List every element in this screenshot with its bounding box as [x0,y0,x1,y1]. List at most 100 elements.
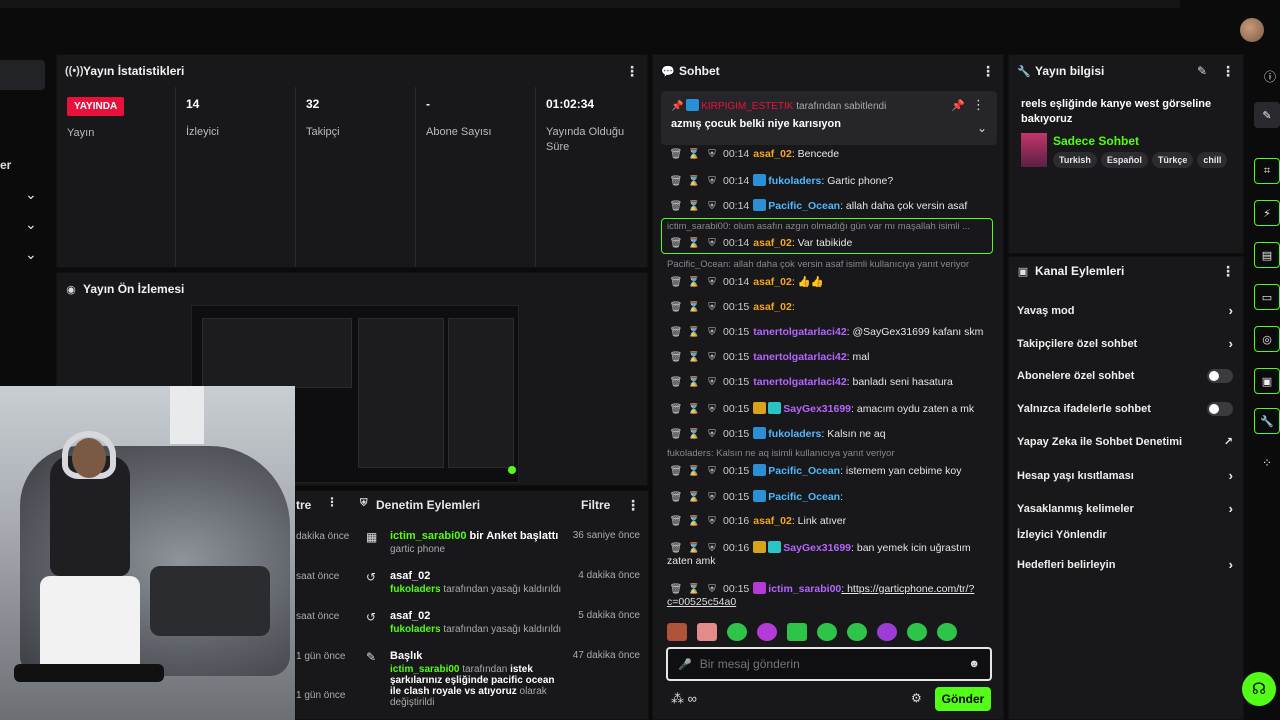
chevron-down-icon[interactable]: ⌄ [977,121,987,135]
chat-bubble-icon[interactable]: ▭ [1254,284,1280,310]
ai-moderation-row[interactable]: Yapay Zeka ile Sohbet Denetimi ↗ [1017,435,1233,449]
trash-icon[interactable]: 🗑 [667,516,685,527]
username[interactable]: tanertolgatarlaci42 [753,376,846,388]
trash-icon[interactable]: 🗑 [667,404,685,415]
trash-icon[interactable]: 🗑 [667,377,685,388]
shield-icon[interactable]: ⛨ [703,466,721,477]
mod-action-item[interactable]: ✎ Başlık ictim_sarabi00 tarafından istek… [366,650,640,708]
timeout-icon[interactable]: ⌛ [685,352,703,363]
chat-message[interactable]: 🗑 ⌛ ⛨ 00:15 Pacific_Ocean: istemem yan cebim… [667,464,993,477]
chat-message[interactable]: 🗑 ⌛ ⛨ 00:15 ictim_sarabi00: https://garticph… [667,582,993,595]
timeout-icon[interactable]: ⌛ [685,377,703,388]
username[interactable]: asaf_02 [753,237,792,249]
mod-action-item[interactable]: ↺ asaf_02 fukoladers tarafından yasağı k… [366,610,640,635]
shield-icon[interactable]: ⛨ [703,201,721,212]
help-icon[interactable]: ☊ [1242,672,1276,706]
timeout-icon[interactable]: ⌛ [685,302,703,313]
shield-icon[interactable]: ⛨ [703,238,721,249]
trash-icon[interactable]: 🗑 [667,543,685,554]
shield-icon[interactable]: ⛨ [703,176,721,187]
infinity-icon[interactable]: ⁂ ∞ [671,691,697,707]
chat-message[interactable]: 🗑 ⌛ ⛨ 00:15 SayGex31699: amacım oydu zaten a… [667,402,993,415]
pencil-icon[interactable]: ✎ [1254,102,1280,128]
timeout-icon[interactable]: ⌛ [685,466,703,477]
shield-icon[interactable]: ⛨ [703,516,721,527]
info-icon[interactable]: ⓘ [1264,68,1276,85]
trash-icon[interactable]: 🗑 [667,429,685,440]
chat-message[interactable]: 🗑 ⌛ ⛨ 00:14 fukoladers: Gartic phone? [667,174,993,187]
emote[interactable] [907,623,927,641]
chat-message[interactable]: 🗑 ⌛ ⛨ 00:15 asaf_02: [667,301,993,313]
timeout-icon[interactable]: ⌛ [685,201,703,212]
emote[interactable] [757,623,777,641]
emote[interactable] [667,623,687,641]
broadcast-icon[interactable]: ◎ [1254,326,1280,352]
document-icon[interactable]: ▤ [1254,242,1280,268]
shield-icon[interactable]: ⛨ [703,277,721,288]
trash-icon[interactable]: 🗑 [667,584,685,595]
user-avatar[interactable] [1240,18,1264,42]
username[interactable]: tanertolgatarlaci42 [753,326,846,338]
chat-message[interactable]: 🗑 ⌛ ⛨ 00:14 asaf_02: Var tabikide [667,237,993,249]
chat-input-box[interactable]: 🎤 ☻ [666,647,992,681]
pinned-message[interactable]: 📌 KIRPIGIM_ESTETIK tarafından sabitlendi… [661,91,997,145]
shield-icon[interactable]: ⛨ [703,327,721,338]
category-name[interactable]: Sadece Sohbet [1053,134,1139,148]
monitor-icon[interactable]: ▣ [1254,368,1280,394]
shield-icon[interactable]: ⛨ [703,492,721,503]
trash-icon[interactable]: 🗑 [667,327,685,338]
username[interactable]: asaf_02 [753,276,792,288]
chat-message[interactable]: 🗑 ⌛ ⛨ 00:15 tanertolgatarlaci42: banladı sen… [667,376,993,388]
wrench-icon[interactable]: 🔧 [1254,408,1280,434]
username[interactable]: SayGex31699 [783,403,851,415]
unpin-icon[interactable]: 📌 [951,99,965,112]
emote[interactable] [937,623,957,641]
slow-mode-row[interactable]: Yavaş mod › [1017,303,1233,318]
username[interactable]: asaf_02 [753,148,792,160]
trash-icon[interactable]: 🗑 [667,466,685,477]
shield-icon[interactable]: ⛨ [703,429,721,440]
wrapped-link[interactable]: c=00525c54a0 [667,596,993,608]
shield-icon[interactable]: ⛨ [703,543,721,554]
trash-icon[interactable]: 🗑 [667,149,685,160]
chat-message[interactable]: 🗑 ⌛ ⛨ 00:15 fukoladers: Kalsın ne aq [667,427,993,440]
shield-icon[interactable]: ⛨ [703,302,721,313]
kebab-menu-icon[interactable]: ⋮ [1221,263,1235,280]
followers-only-row[interactable]: Takipçilere özel sohbet › [1017,336,1233,351]
emoji-icon[interactable]: ☻ [968,658,980,670]
trash-icon[interactable]: 🗑 [667,277,685,288]
chat-message[interactable]: 🗑 ⌛ ⛨ 00:15 tanertolgatarlaci42: @SayGex3169… [667,326,993,338]
lightning-icon[interactable]: ⚡ [1254,200,1280,226]
screenshot-icon[interactable]: ⌗ [1254,158,1280,184]
username[interactable]: Pacific_Ocean [768,491,840,503]
dots-icon[interactable]: ⁘ [1262,456,1272,470]
chevron-down-icon[interactable]: ⌄ [25,246,39,262]
chevron-down-icon[interactable]: ⌄ [25,186,39,202]
username[interactable]: fukoladers [768,175,821,187]
kebab-menu-icon[interactable]: ⋮ [626,497,640,514]
banned-words-row[interactable]: Yasaklanmış kelimeler › [1017,501,1233,516]
timeout-icon[interactable]: ⌛ [685,516,703,527]
trash-icon[interactable]: 🗑 [667,201,685,212]
chat-message[interactable]: 🗑 ⌛ ⛨ 00:14 Pacific_Ocean: allah daha çok ve… [667,199,993,212]
shield-icon[interactable]: ⛨ [703,404,721,415]
raid-row[interactable]: İzleyici Yönlendir [1017,529,1233,541]
emote[interactable] [817,623,837,641]
trash-icon[interactable]: 🗑 [667,302,685,313]
edit-icon[interactable]: ✎ [1197,64,1207,78]
timeout-icon[interactable]: ⌛ [685,238,703,249]
kebab-menu-icon[interactable]: ⋮ [981,63,995,80]
timeout-icon[interactable]: ⌛ [685,543,703,554]
chat-message[interactable]: 🗑 ⌛ ⛨ 00:14 asaf_02: 👍👍 [667,275,993,288]
gear-icon[interactable]: ⚙ [911,691,922,705]
timeout-icon[interactable]: ⌛ [685,277,703,288]
trash-icon[interactable]: 🗑 [667,352,685,363]
emote[interactable] [727,623,747,641]
kebab-menu-icon[interactable]: ⋮ [972,97,985,113]
microphone-icon[interactable]: 🎤 [678,658,692,671]
timeout-icon[interactable]: ⌛ [685,492,703,503]
emote[interactable] [697,623,717,641]
shield-icon[interactable]: ⛨ [703,149,721,160]
shield-icon[interactable]: ⛨ [703,377,721,388]
chat-input[interactable] [699,657,969,671]
